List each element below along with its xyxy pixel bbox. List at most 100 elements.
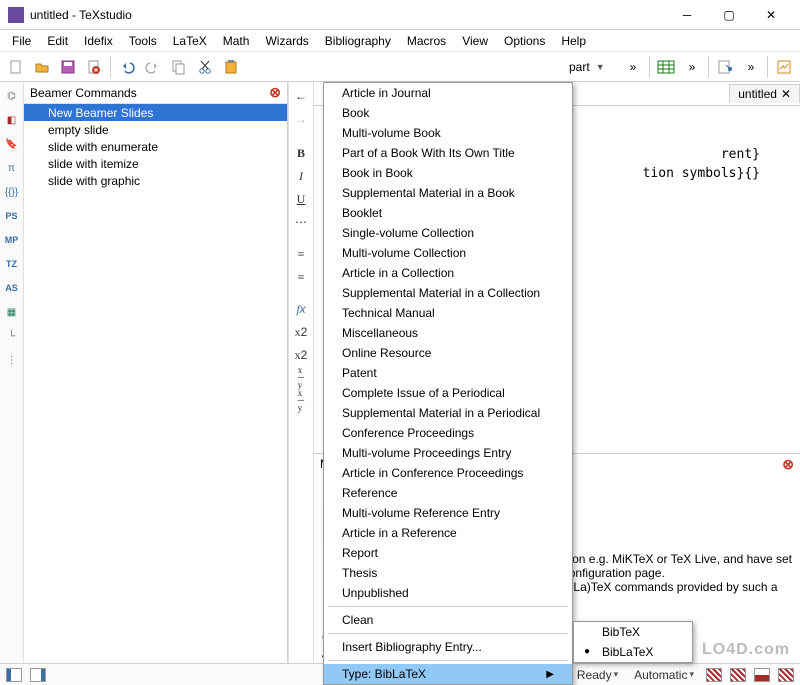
fraction2-button[interactable]: x─y (290, 391, 312, 411)
bib-menu-item[interactable]: Patent (324, 363, 572, 383)
bib-menu-item[interactable]: Book (324, 103, 572, 123)
copy-button[interactable] (167, 55, 191, 79)
redo-button[interactable] (141, 55, 165, 79)
menu-help[interactable]: Help (553, 32, 594, 50)
brackets-icon[interactable]: {{}} (2, 182, 22, 202)
menu-wizards[interactable]: Wizards (257, 32, 316, 50)
bib-menu-item[interactable]: Supplemental Material in a Periodical (324, 403, 572, 423)
menu-bibliography[interactable]: Bibliography (317, 32, 399, 50)
bib-menu-item[interactable]: Supplemental Material in a Collection (324, 283, 572, 303)
tree-item[interactable]: slide with graphic (24, 172, 287, 189)
bib-menu-item[interactable]: Single-volume Collection (324, 223, 572, 243)
bib-menu-item[interactable]: Complete Issue of a Periodical (324, 383, 572, 403)
structure-dropdown[interactable]: part▼ (564, 55, 619, 79)
tree-item[interactable]: empty slide (24, 121, 287, 138)
side-panel-close-icon[interactable]: ⊗ (269, 84, 281, 101)
bookmark2-icon[interactable]: 🔖 (2, 134, 22, 154)
pi-icon[interactable]: π (2, 158, 22, 178)
type-option-biblatex[interactable]: ● BibLaTeX (574, 642, 692, 662)
menu-idefix[interactable]: Idefix (76, 32, 121, 50)
bib-menu-item[interactable]: Multi-volume Reference Entry (324, 503, 572, 523)
menu-file[interactable]: File (4, 32, 39, 50)
bib-menu-item[interactable]: Article in a Reference (324, 523, 572, 543)
italic-button[interactable]: I (290, 166, 312, 186)
overflow-3[interactable]: » (739, 55, 763, 79)
status-indicator-2[interactable] (730, 668, 746, 682)
structure-view-icon[interactable]: ⌬ (2, 86, 22, 106)
menu-tools[interactable]: Tools (121, 32, 165, 50)
close-file-button[interactable] (82, 55, 106, 79)
menu-view[interactable]: View (454, 32, 496, 50)
bib-menu-type[interactable]: Type: BibLaTeX ▶ (324, 664, 572, 684)
status-panel-right-icon[interactable] (30, 668, 46, 682)
paste-button[interactable] (219, 55, 243, 79)
status-ready[interactable]: Ready▾ (573, 668, 622, 682)
status-indicator-4[interactable] (778, 668, 794, 682)
subscript-button[interactable]: x2 (290, 322, 312, 342)
bib-menu-item[interactable]: Article in Journal (324, 83, 572, 103)
minimize-button[interactable]: ─ (666, 1, 708, 29)
superscript-button[interactable]: x2 (290, 345, 312, 365)
menu-math[interactable]: Math (215, 32, 258, 50)
overflow-1[interactable]: » (621, 55, 645, 79)
fx-button[interactable]: fx (290, 299, 312, 319)
bib-menu-item[interactable]: Part of a Book With Its Own Title (324, 143, 572, 163)
menu-edit[interactable]: Edit (39, 32, 76, 50)
editor-tab[interactable]: untitled ✕ (729, 84, 800, 103)
chart-button[interactable] (772, 55, 796, 79)
messages-close-icon[interactable]: ⊗ (782, 456, 794, 473)
bib-menu-item[interactable]: Report (324, 543, 572, 563)
align-left-icon[interactable]: ≡ (290, 244, 312, 264)
tree-item[interactable]: slide with itemize (24, 155, 287, 172)
tree-item[interactable]: New Beamer Slides (24, 104, 287, 121)
type-option-bibtex[interactable]: BibTeX (574, 622, 692, 642)
status-mode[interactable]: Automatic▾ (630, 668, 698, 682)
bib-menu-item[interactable]: Thesis (324, 563, 572, 583)
bold-button[interactable]: B (290, 143, 312, 163)
axis-icon[interactable]: └ (2, 326, 22, 346)
tree-item[interactable]: slide with enumerate (24, 138, 287, 155)
bib-menu-item[interactable]: Booklet (324, 203, 572, 223)
undo-button[interactable] (115, 55, 139, 79)
ref-button[interactable] (713, 55, 737, 79)
bib-menu-item[interactable]: Supplemental Material in a Book (324, 183, 572, 203)
bib-menu-item[interactable]: Reference (324, 483, 572, 503)
maximize-button[interactable]: ▢ (708, 1, 750, 29)
bookmarks-icon[interactable]: ◧ (2, 110, 22, 130)
bib-menu-item[interactable]: Technical Manual (324, 303, 572, 323)
bib-menu-item[interactable]: Multi-volume Collection (324, 243, 572, 263)
align-right-icon[interactable]: ≡ (290, 267, 312, 287)
cut-button[interactable] (193, 55, 217, 79)
tab-close-icon[interactable]: ✕ (781, 87, 791, 101)
misc-icon[interactable]: ⋮ (2, 350, 22, 370)
bib-menu-item[interactable]: Online Resource (324, 343, 572, 363)
table-button[interactable] (654, 55, 678, 79)
bib-menu-item[interactable]: Multi-volume Book (324, 123, 572, 143)
menu-macros[interactable]: Macros (399, 32, 454, 50)
ps-icon[interactable]: PS (2, 206, 22, 226)
presentation-icon[interactable]: ▦ (2, 302, 22, 322)
as-icon[interactable]: AS (2, 278, 22, 298)
status-indicator-1[interactable] (706, 668, 722, 682)
menu-latex[interactable]: LaTeX (165, 32, 215, 50)
back-icon[interactable]: ← (290, 86, 312, 106)
forward-icon[interactable]: → (290, 109, 312, 129)
close-window-button[interactable]: ✕ (750, 1, 792, 29)
bib-menu-item[interactable]: Miscellaneous (324, 323, 572, 343)
tz-icon[interactable]: TZ (2, 254, 22, 274)
mp-icon[interactable]: MP (2, 230, 22, 250)
bib-menu-clean[interactable]: Clean (324, 610, 572, 630)
status-panel-left-icon[interactable] (6, 668, 22, 682)
bib-menu-item[interactable]: Article in Conference Proceedings (324, 463, 572, 483)
overflow-2[interactable]: » (680, 55, 704, 79)
bib-menu-item[interactable]: Conference Proceedings (324, 423, 572, 443)
bib-menu-item[interactable]: Multi-volume Proceedings Entry (324, 443, 572, 463)
open-file-button[interactable] (30, 55, 54, 79)
overflow-format[interactable]: ⋯ (290, 212, 312, 232)
fraction-button[interactable]: x─y (290, 368, 312, 388)
new-file-button[interactable] (4, 55, 28, 79)
menu-options[interactable]: Options (496, 32, 553, 50)
bib-menu-insert-entry[interactable]: Insert Bibliography Entry... (324, 637, 572, 657)
underline-button[interactable]: U (290, 189, 312, 209)
bib-menu-item[interactable]: Book in Book (324, 163, 572, 183)
